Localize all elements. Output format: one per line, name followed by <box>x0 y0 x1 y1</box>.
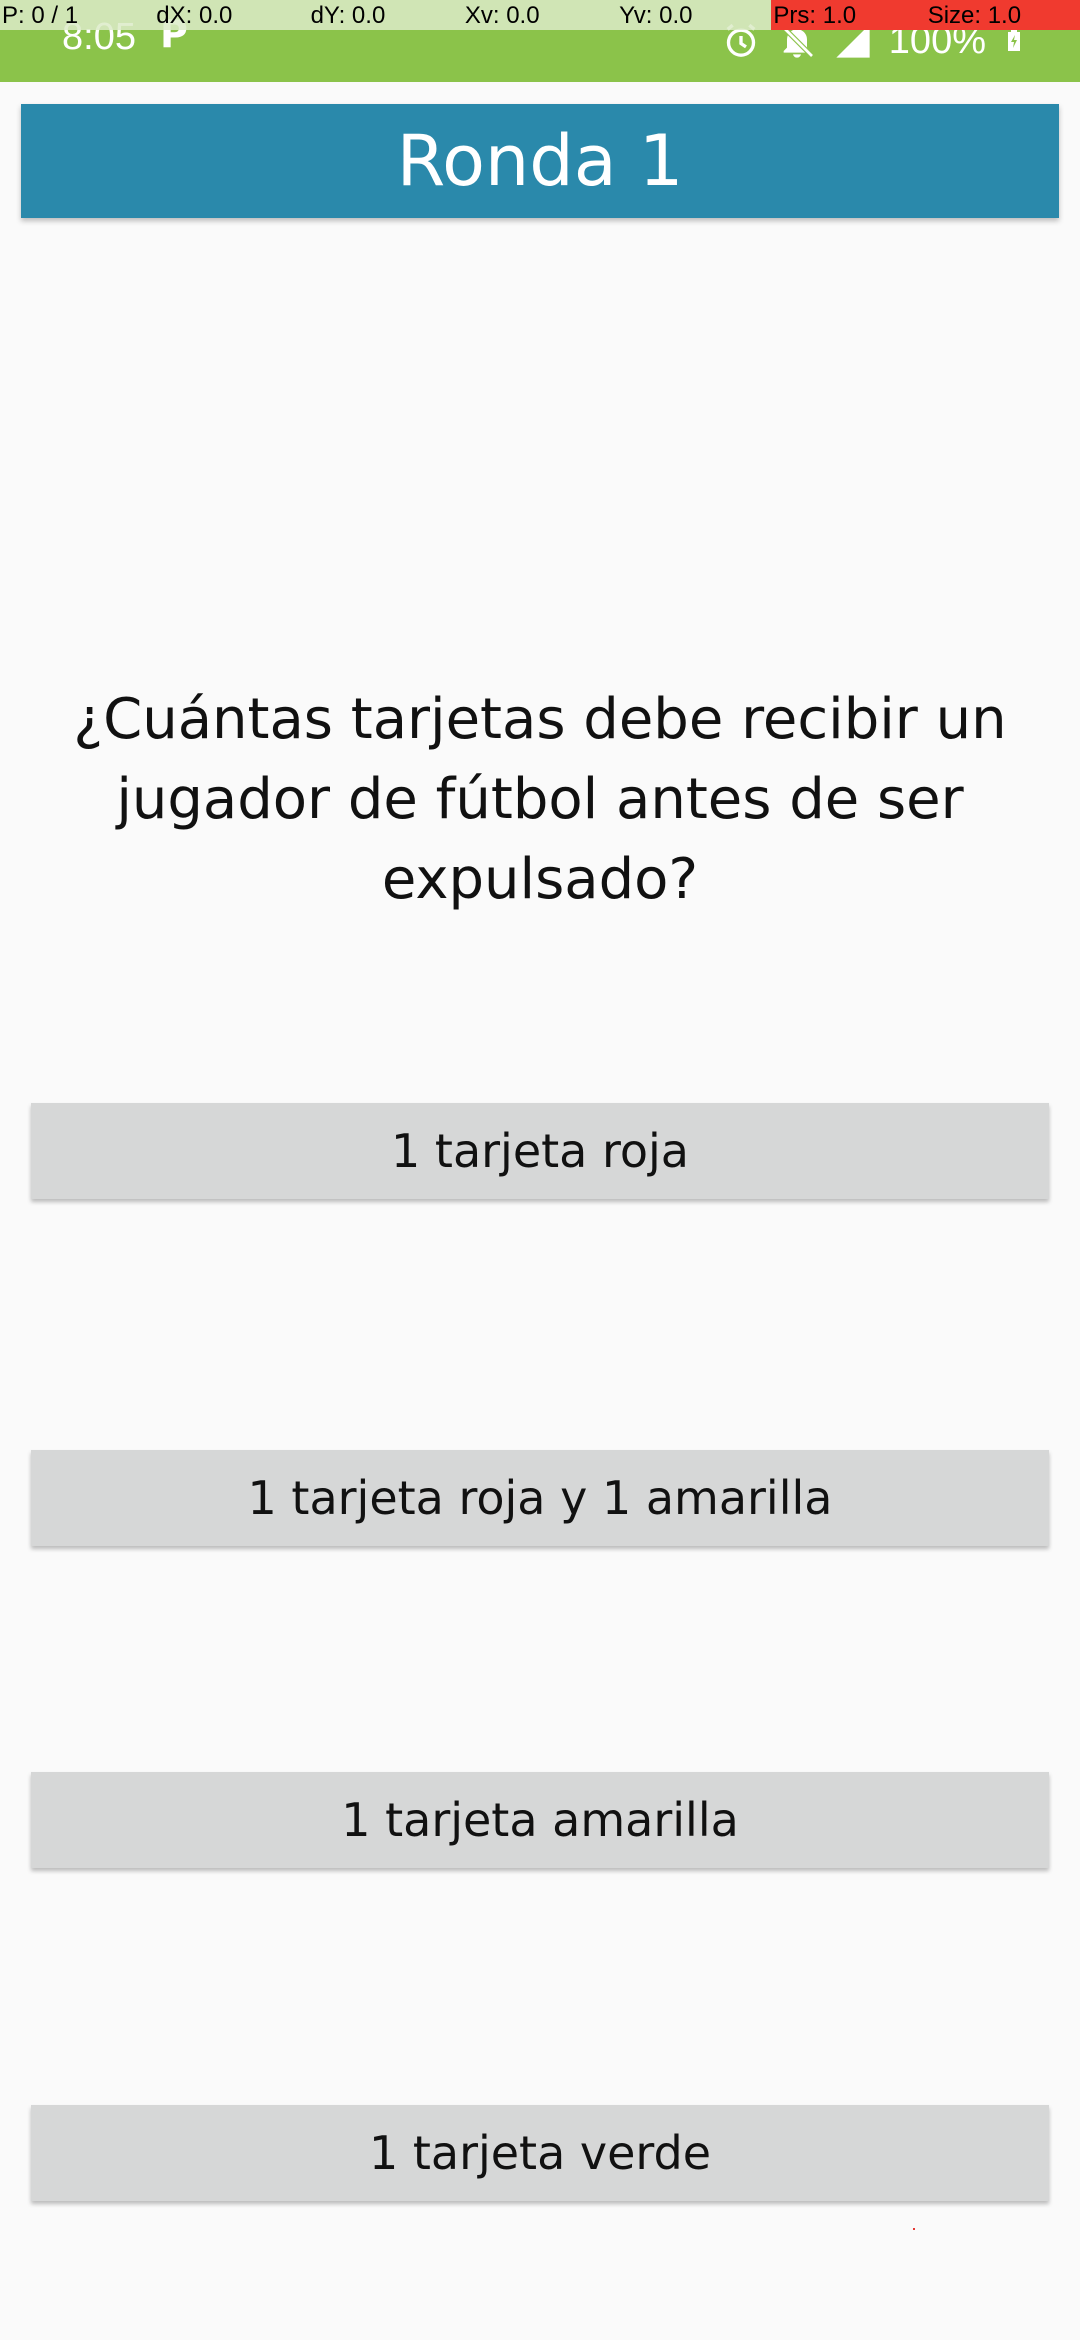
overlay-size: Size: 1.0 <box>925 0 1080 30</box>
question-text: ¿Cuántas tarjetas debe recibir un jugado… <box>73 687 1007 912</box>
pointer-debug-overlay: P: 0 / 1 dX: 0.0 dY: 0.0 Xv: 0.0 Yv: 0.0… <box>0 0 1080 30</box>
page-title: Ronda 1 <box>396 120 684 202</box>
round-header: Ronda 1 <box>21 104 1059 218</box>
overlay-xv: Xv: 0.0 <box>462 0 618 30</box>
touch-point-marker <box>913 2228 915 2230</box>
overlay-pointer: P: 0 / 1 <box>0 0 155 30</box>
answer-button-4[interactable]: 1 tarjeta verde <box>31 2105 1049 2201</box>
answer-button-2[interactable]: 1 tarjeta roja y 1 amarilla <box>31 1450 1049 1546</box>
answer-button-1[interactable]: 1 tarjeta roja <box>31 1103 1049 1199</box>
overlay-dy: dY: 0.0 <box>308 0 463 30</box>
overlay-dx: dX: 0.0 <box>154 0 309 30</box>
overlay-yv: Yv: 0.0 <box>617 0 772 30</box>
answer-button-3[interactable]: 1 tarjeta amarilla <box>31 1772 1049 1868</box>
overlay-prs: Prs: 1.0 <box>771 0 926 30</box>
